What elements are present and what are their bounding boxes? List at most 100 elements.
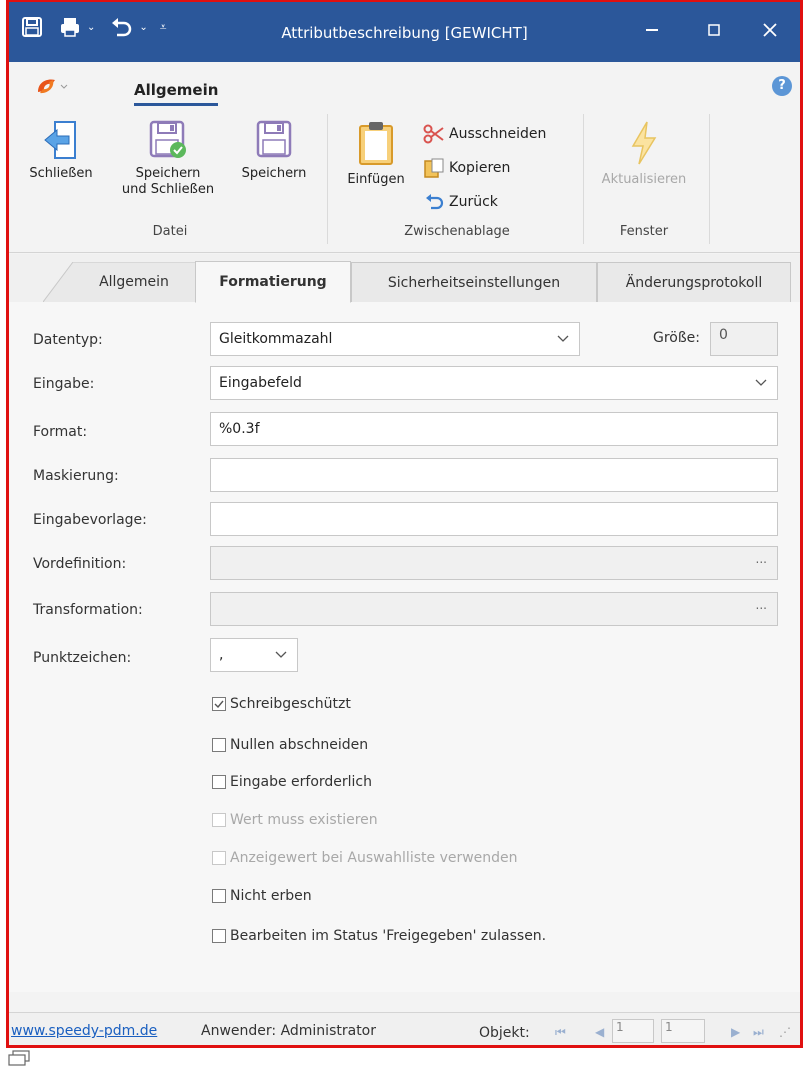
checkmark-icon (214, 700, 224, 708)
eingabe-value: Eingabefeld (219, 375, 302, 391)
transformation-input[interactable]: ... (210, 592, 778, 626)
checkbox-label: Schreibgeschützt (230, 696, 351, 712)
status-bar: www.speedy-pdm.de Anwender: Administrato… (9, 1012, 800, 1045)
checkbox-label: Eingabe erforderlich (230, 774, 373, 790)
app-logo-icon (38, 79, 68, 94)
cut-button[interactable]: Ausschneiden (423, 124, 546, 144)
previous-record-icon[interactable]: ◀ (595, 1025, 604, 1039)
tab-allgemein[interactable]: Allgemein (73, 262, 195, 302)
transformation-browse-button[interactable]: ... (756, 598, 767, 612)
checkbox-wert-muss-existieren: Wert muss existieren (212, 812, 378, 828)
ribbon: Schließen Speichern und Schließen Speich… (9, 106, 800, 253)
checkbox-bearbeiten-freigegeben[interactable]: Bearbeiten im Status 'Freigegeben' zulas… (212, 928, 546, 944)
checkbox-label: Nicht erben (230, 888, 312, 904)
maximize-button[interactable] (692, 14, 736, 46)
maximize-icon (708, 24, 720, 36)
close-button[interactable] (748, 14, 792, 46)
checkbox-label: Nullen abschneiden (230, 737, 369, 753)
tab-aenderungsprotokoll[interactable]: Änderungsprotokoll (597, 262, 791, 302)
format-input[interactable]: %0.3f (210, 412, 778, 446)
save-button[interactable]: Speichern (231, 120, 317, 182)
resize-grip-icon[interactable]: ⋰ (779, 1025, 791, 1039)
group-label-datei: Datei (152, 224, 188, 239)
vordefinition-browse-button[interactable]: ... (756, 552, 767, 566)
checkbox-eingabe-erforderlich[interactable]: Eingabe erforderlich (212, 774, 372, 790)
chevron-down-icon (557, 335, 569, 342)
tab-sicherheitseinstellungen[interactable]: Sicherheitseinstellungen (351, 262, 597, 302)
checkbox-unchecked[interactable] (212, 889, 226, 903)
punktzeichen-value: , (219, 647, 224, 663)
maskierung-input[interactable] (210, 458, 778, 492)
ribbon-tab-bar: Allgemein ? (9, 62, 800, 106)
checkbox-unchecked[interactable] (212, 929, 226, 943)
first-record-icon[interactable]: ⏮ (555, 1025, 566, 1040)
group-separator (709, 114, 710, 244)
transformation-label: Transformation: (33, 602, 143, 618)
checkbox-schreibgeschuetzt[interactable]: Schreibgeschützt (212, 696, 351, 712)
groesse-label: Größe: (653, 330, 701, 346)
tab-formatierung[interactable]: Formatierung (195, 261, 351, 303)
close-dialog-button[interactable]: Schließen (23, 120, 99, 182)
save-close-icon (149, 120, 186, 158)
datentyp-select[interactable]: Gleitkommazahl (210, 322, 580, 356)
paste-button[interactable]: Einfügen (337, 120, 415, 188)
copy-label: Kopieren (449, 160, 511, 176)
groesse-field[interactable]: 0 (710, 322, 778, 356)
eingabe-select[interactable]: Eingabefeld (210, 366, 778, 400)
current-record-field[interactable]: 1 (612, 1019, 654, 1043)
save-icon (256, 120, 292, 158)
ribbon-tab-allgemein[interactable]: Allgemein (134, 81, 219, 106)
checkbox-checked[interactable] (212, 697, 226, 711)
exit-icon (44, 121, 76, 159)
restore-window-icon[interactable] (8, 1050, 30, 1070)
copy-button[interactable]: Kopieren (423, 158, 510, 178)
undo-icon (426, 194, 444, 210)
checkbox-unchecked[interactable] (212, 738, 226, 752)
last-record-icon[interactable]: ⏭ (753, 1025, 764, 1040)
minimize-button[interactable] (630, 14, 674, 46)
refresh-button[interactable]: Aktualisieren (589, 120, 699, 188)
undo-button[interactable]: Zurück (423, 192, 498, 212)
formatting-form: Datentyp: Gleitkommazahl Größe: 0 Eingab… (9, 302, 800, 992)
help-icon[interactable]: ? (772, 76, 792, 96)
chevron-down-icon (275, 651, 287, 658)
group-label-zwischenablage: Zwischenablage (404, 224, 510, 239)
punktzeichen-label: Punktzeichen: (33, 650, 132, 666)
dialog-window: ⌄ ⌄ ⩡ Attributbeschreibung [GEWICHT] All (6, 0, 803, 1048)
group-label-fenster: Fenster (619, 224, 669, 239)
format-label: Format: (33, 424, 88, 440)
checkbox-label: Wert muss existieren (230, 812, 378, 828)
close-icon (763, 23, 777, 37)
lightning-icon (631, 121, 657, 165)
cut-label: Ausschneiden (449, 126, 547, 142)
app-menu-button[interactable] (35, 76, 69, 100)
checkbox-disabled (212, 851, 226, 865)
objekt-label: Objekt: (479, 1025, 530, 1041)
refresh-label: Aktualisieren (601, 172, 687, 187)
total-records-field: 1 (661, 1019, 705, 1043)
window-title: Attributbeschreibung [GEWICHT] (281, 24, 528, 42)
vordefinition-input[interactable]: ... (210, 546, 778, 580)
checkbox-disabled (212, 813, 226, 827)
checkbox-unchecked[interactable] (212, 775, 226, 789)
save-close-label-1: Speichern (135, 166, 201, 181)
vordefinition-label: Vordefinition: (33, 556, 127, 572)
eingabevorlage-input[interactable] (210, 502, 778, 536)
format-value: %0.3f (219, 421, 260, 437)
maskierung-label: Maskierung: (33, 468, 119, 484)
save-close-label-2: und Schließen (121, 182, 215, 197)
paste-label: Einfügen (347, 172, 405, 187)
checkbox-anzeigewert: Anzeigewert bei Auswahlliste verwenden (212, 850, 518, 866)
user-status: Anwender: Administrator (201, 1023, 376, 1039)
checkbox-nullen-abschneiden[interactable]: Nullen abschneiden (212, 737, 368, 753)
undo-label: Zurück (449, 194, 498, 210)
eingabe-label: Eingabe: (33, 376, 95, 392)
checkbox-nicht-erben[interactable]: Nicht erben (212, 888, 312, 904)
save-label: Speichern (241, 166, 307, 181)
punktzeichen-select[interactable]: , (210, 638, 298, 672)
next-record-icon[interactable]: ▶ (731, 1025, 740, 1039)
checkbox-label: Bearbeiten im Status 'Freigegeben' zulas… (230, 928, 547, 944)
chevron-down-icon (755, 379, 767, 386)
save-and-close-button[interactable]: Speichern und Schließen (113, 120, 223, 198)
website-link[interactable]: www.speedy-pdm.de (11, 1023, 157, 1039)
